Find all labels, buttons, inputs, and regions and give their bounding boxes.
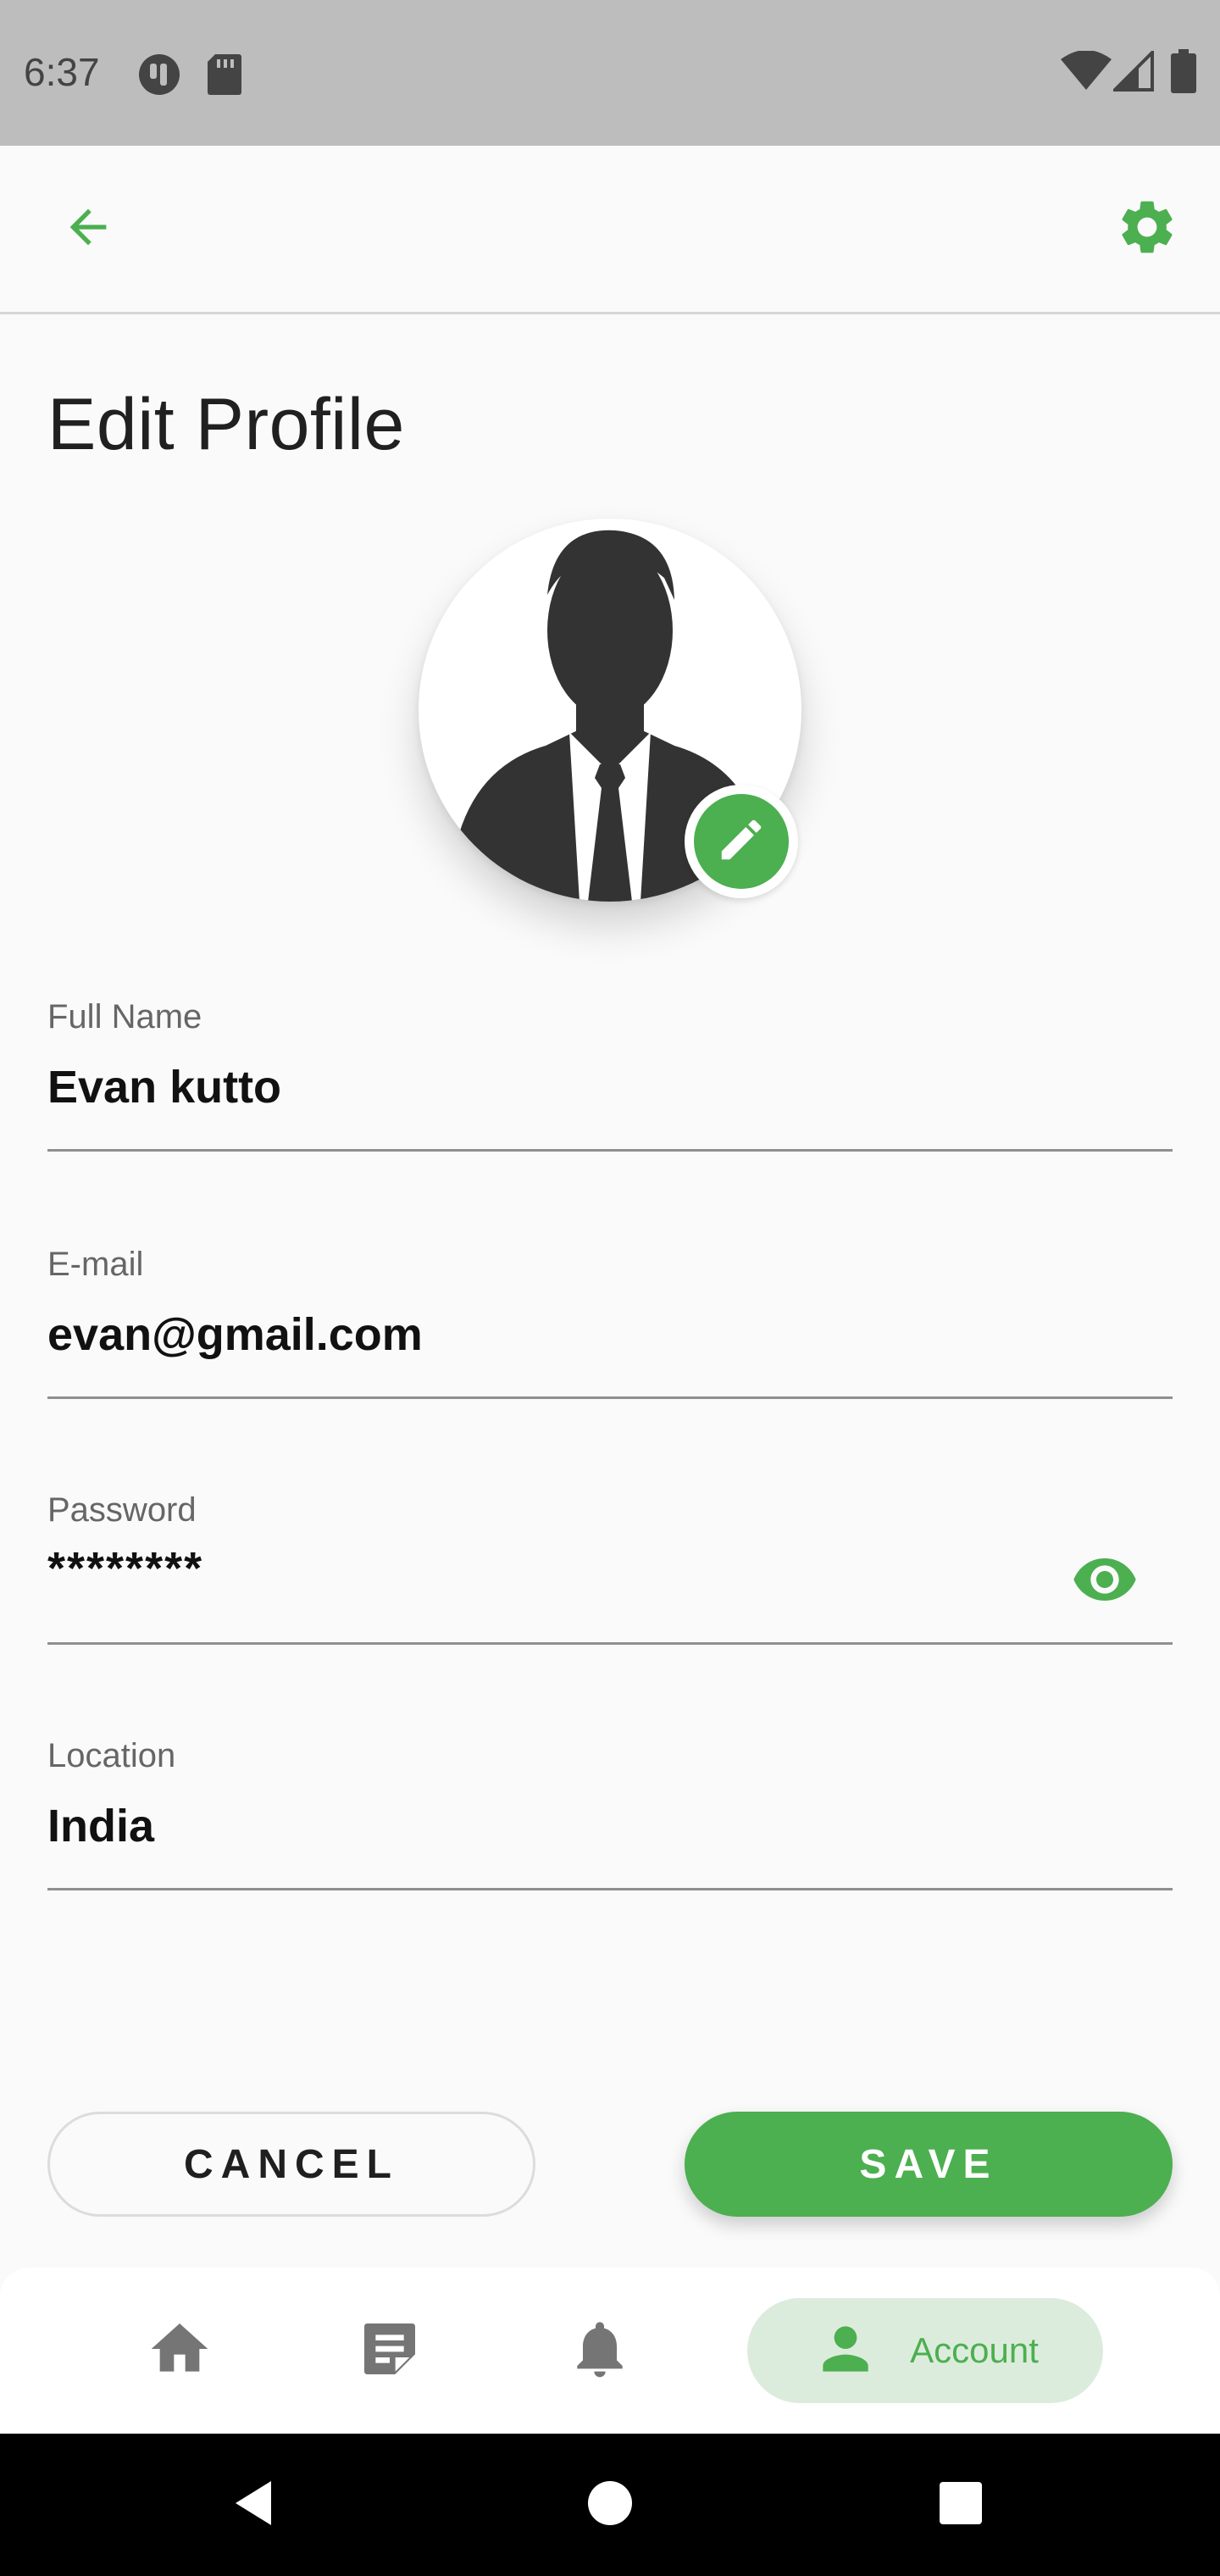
password-input[interactable]: ******** — [47, 1542, 203, 1595]
location-input[interactable]: India — [47, 1800, 154, 1852]
home-icon — [146, 2315, 214, 2387]
settings-button[interactable] — [1106, 188, 1188, 269]
full-name-field[interactable]: Full Name Evan kutto — [47, 998, 1173, 1152]
email-field[interactable]: E-mail evan@gmail.com — [47, 1246, 1173, 1399]
nav-notes[interactable] — [337, 2298, 442, 2403]
system-navigation-bar — [0, 2434, 1220, 2576]
cancel-button[interactable]: CANCEL — [47, 2112, 535, 2217]
app-notification-icon — [137, 53, 181, 101]
back-triangle-icon — [229, 2478, 280, 2533]
notes-icon — [356, 2315, 424, 2387]
sd-card-icon — [207, 53, 242, 101]
bell-icon — [566, 2315, 634, 2387]
gear-icon — [1115, 195, 1179, 264]
person-icon — [812, 2315, 879, 2387]
back-button[interactable] — [47, 188, 129, 269]
full-name-label: Full Name — [47, 998, 202, 1035]
nav-notifications[interactable] — [547, 2298, 652, 2403]
cell-signal-icon — [1111, 48, 1154, 96]
nav-home[interactable] — [127, 2298, 232, 2403]
system-home-button[interactable] — [568, 2462, 652, 2547]
wifi-icon — [1061, 50, 1112, 96]
password-label: Password — [47, 1491, 197, 1529]
recents-square-icon — [938, 2480, 984, 2530]
location-field[interactable]: Location India — [47, 1737, 1173, 1890]
app-bar — [0, 146, 1220, 314]
save-button[interactable]: SAVE — [685, 2112, 1173, 2217]
system-recents-button[interactable] — [918, 2462, 1003, 2547]
battery-icon — [1171, 49, 1196, 97]
pencil-icon — [715, 813, 768, 870]
status-bar: 6:37 — [0, 0, 1220, 146]
nav-account[interactable]: Account — [747, 2298, 1103, 2403]
nav-account-label: Account — [910, 2330, 1039, 2370]
eye-icon — [1071, 1546, 1139, 1618]
email-label: E-mail — [47, 1246, 144, 1283]
system-back-button[interactable] — [212, 2462, 297, 2547]
password-field[interactable]: Password ******** — [47, 1491, 1173, 1645]
location-label: Location — [47, 1737, 176, 1774]
status-time: 6:37 — [24, 50, 100, 94]
toggle-password-visibility-button[interactable] — [1062, 1539, 1147, 1624]
avatar-edit-button[interactable] — [685, 785, 798, 898]
home-circle-icon — [586, 2479, 634, 2531]
email-input[interactable]: evan@gmail.com — [47, 1308, 423, 1361]
bottom-navigation: Account — [0, 2268, 1220, 2434]
arrow-back-icon — [61, 200, 115, 258]
full-name-input[interactable]: Evan kutto — [47, 1061, 281, 1113]
page-title: Edit Profile — [47, 384, 405, 465]
